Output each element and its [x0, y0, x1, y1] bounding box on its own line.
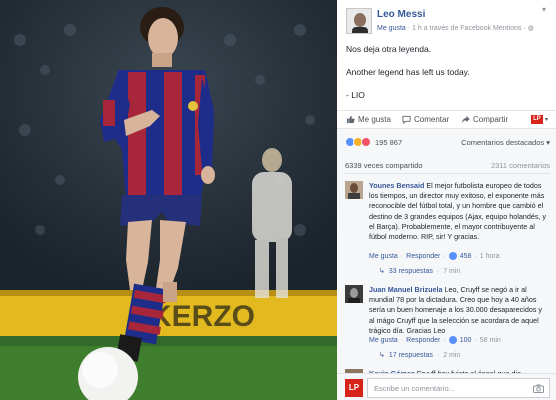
- post-timestamp[interactable]: · 1 h a través de Facebook Mentions ·: [408, 25, 526, 32]
- reactions-count: 195 867: [375, 137, 403, 147]
- replies-time: 7 min: [443, 267, 461, 275]
- football-player-image: KERZO: [0, 0, 337, 400]
- comment-text: Younes Bensaid El mejor futbolista europ…: [369, 181, 547, 242]
- comment-time[interactable]: 58 min: [480, 337, 501, 344]
- comment-meta: Me gusta · Responder · 458 · 1 hora: [369, 252, 500, 260]
- comment-like-count[interactable]: 458: [460, 253, 472, 260]
- like-button-label: Me gusta: [358, 115, 391, 124]
- replies-count: 17 respuestas: [388, 351, 433, 359]
- comment-count: 2311 comentarios: [490, 161, 550, 170]
- comment-meta: Me gusta · Responder · 100 · 58 min: [369, 336, 501, 344]
- comment-text: Juan Manuel Brizuela Leo, Cruyff se negó…: [369, 285, 547, 336]
- banner-text: KERZO: [150, 300, 255, 333]
- thumbs-up-icon: [448, 336, 457, 344]
- comment-button-label: Comentar: [414, 115, 450, 124]
- like-button[interactable]: Me gusta: [346, 115, 391, 124]
- page-name-link[interactable]: Leo Messi: [377, 9, 425, 20]
- view-replies-link[interactable]: ↳ 33 respuestas · 7 min: [379, 267, 461, 276]
- comment-item: Juan Manuel Brizuela Leo, Cruyff se negó…: [345, 285, 550, 365]
- post-as-selector[interactable]: LP ▾: [530, 115, 548, 124]
- globe-icon: ◍: [527, 25, 534, 32]
- camera-icon[interactable]: [533, 384, 544, 393]
- comment-icon: [402, 115, 411, 124]
- comment-like-count[interactable]: 100: [460, 337, 472, 344]
- page-like-link[interactable]: Me gusta: [377, 25, 406, 32]
- post-meta: Me gusta · 1 h a través de Facebook Ment…: [377, 24, 534, 32]
- comment-sort-dropdown[interactable]: Comentarios destacados ▾: [461, 138, 550, 147]
- comment-author-link[interactable]: Juan Manuel Brizuela: [369, 285, 443, 294]
- comment-input-placeholder: Escribe un comentario...: [374, 384, 455, 393]
- reply-arrow-icon: ↳: [379, 268, 385, 275]
- share-button-label: Compartir: [473, 115, 509, 124]
- composer-brand-avatar: LP: [345, 379, 363, 397]
- comment-time[interactable]: 1 hora: [480, 253, 500, 260]
- comment-body: El mejor futbolista europeo de todos los…: [369, 181, 547, 242]
- love-reaction-icon: [361, 137, 371, 147]
- comment-author-link[interactable]: Younes Bensaid: [369, 181, 424, 190]
- divider: [345, 173, 550, 174]
- comment-sort-label: Comentarios destacados: [461, 138, 545, 147]
- comment-item: Younes Bensaid El mejor futbolista europ…: [345, 181, 550, 281]
- replies-time: 2 min: [443, 351, 461, 359]
- post-line: Nos deja otra leyenda.: [346, 44, 432, 54]
- view-replies-link[interactable]: ↳ 17 respuestas · 2 min: [379, 351, 461, 360]
- post-line: - LIO: [346, 90, 365, 100]
- thumbs-up-icon: [346, 115, 355, 124]
- share-button[interactable]: Compartir: [461, 115, 508, 124]
- comment-button[interactable]: Comentar: [402, 115, 449, 124]
- post-text: Nos deja otra leyenda. Another legend ha…: [337, 40, 556, 101]
- comment-composer: LP Escribe un comentario...: [337, 373, 556, 400]
- share-count[interactable]: 6339 veces compartido: [345, 161, 423, 170]
- comment-reply-link[interactable]: Responder: [406, 337, 440, 344]
- chevron-down-icon[interactable]: ▾: [542, 6, 550, 14]
- comment-reply-link[interactable]: Responder: [406, 253, 440, 260]
- comment-like-link[interactable]: Me gusta: [369, 337, 398, 344]
- caret-down-icon: ▾: [546, 138, 550, 147]
- post-header: Leo Messi Me gusta · 1 h a través de Fac…: [337, 0, 556, 40]
- thumbs-up-icon: [448, 252, 457, 260]
- comments-section: 195 867 Comentarios destacados ▾ 6339 ve…: [337, 128, 556, 400]
- replies-count: 33 respuestas: [388, 267, 433, 275]
- commenter-avatar[interactable]: [345, 285, 363, 303]
- post-line: Another legend has left us today.: [346, 67, 470, 77]
- brand-badge: LP: [530, 115, 543, 124]
- comment-like-link[interactable]: Me gusta: [369, 253, 398, 260]
- caret-down-icon: ▾: [544, 117, 548, 123]
- comment-input[interactable]: Escribe un comentario...: [367, 378, 550, 398]
- reply-arrow-icon: ↳: [379, 352, 385, 359]
- share-icon: [461, 115, 470, 124]
- post-actions-bar: Me gusta Comentar Compartir LP ▾: [337, 110, 556, 128]
- commenter-avatar[interactable]: [345, 181, 363, 199]
- post-photo[interactable]: KERZO: [0, 0, 337, 400]
- page-avatar[interactable]: [346, 8, 372, 34]
- reactions-summary[interactable]: 195 867: [345, 137, 402, 147]
- facebook-post-panel: Leo Messi Me gusta · 1 h a través de Fac…: [337, 0, 556, 400]
